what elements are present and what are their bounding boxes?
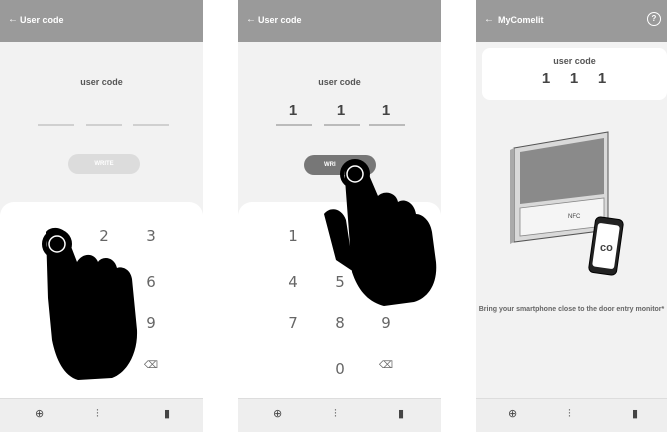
add-icon[interactable]: ⊕ bbox=[273, 407, 282, 420]
book-icon[interactable]: ▮ bbox=[632, 407, 638, 420]
bottom-nav: ⊕ ⫶ ▮ bbox=[0, 398, 203, 432]
screen-write-code: ← User code user code 1 1 1 WRI 1 4 5 7 … bbox=[238, 0, 441, 432]
instruction-text: Bring your smartphone close to the door … bbox=[478, 306, 665, 313]
screen-nfc-write: ← MyComelit ? user code 1 1 1 NFC co Bri… bbox=[476, 0, 667, 432]
code-digit-1: 1 bbox=[541, 70, 551, 87]
code-digit-2: 1 bbox=[569, 70, 579, 87]
hand-pointer-icon bbox=[42, 227, 138, 380]
code-digit-3: 1 bbox=[597, 70, 607, 87]
add-icon[interactable]: ⊕ bbox=[508, 407, 517, 420]
header-title: MyComelit bbox=[498, 15, 544, 25]
code-label: user code bbox=[553, 56, 596, 66]
screen-enter-code: ← User code user code WRITE 2 3 4 6 9 ⌫ … bbox=[0, 0, 203, 432]
add-icon[interactable]: ⊕ bbox=[35, 407, 44, 420]
phone-logo: co bbox=[600, 242, 613, 254]
bottom-nav: ⊕ ⫶ ▮ bbox=[476, 398, 667, 432]
help-icon[interactable]: ? bbox=[647, 12, 661, 26]
code-card: user code 1 1 1 bbox=[482, 48, 667, 100]
book-icon[interactable]: ▮ bbox=[164, 407, 170, 420]
nfc-label: NFC bbox=[568, 214, 581, 220]
hand-pointer-icon bbox=[324, 159, 437, 306]
equalizer-icon[interactable]: ⫶ bbox=[334, 407, 337, 421]
equalizer-icon[interactable]: ⫶ bbox=[568, 407, 571, 421]
book-icon[interactable]: ▮ bbox=[398, 407, 404, 420]
header-bar: ← MyComelit ? bbox=[476, 0, 667, 42]
back-arrow-icon[interactable]: ← bbox=[484, 14, 494, 25]
bottom-nav: ⊕ ⫶ ▮ bbox=[238, 398, 441, 432]
equalizer-icon[interactable]: ⫶ bbox=[96, 407, 99, 421]
nfc-illustration: NFC co bbox=[510, 131, 624, 276]
